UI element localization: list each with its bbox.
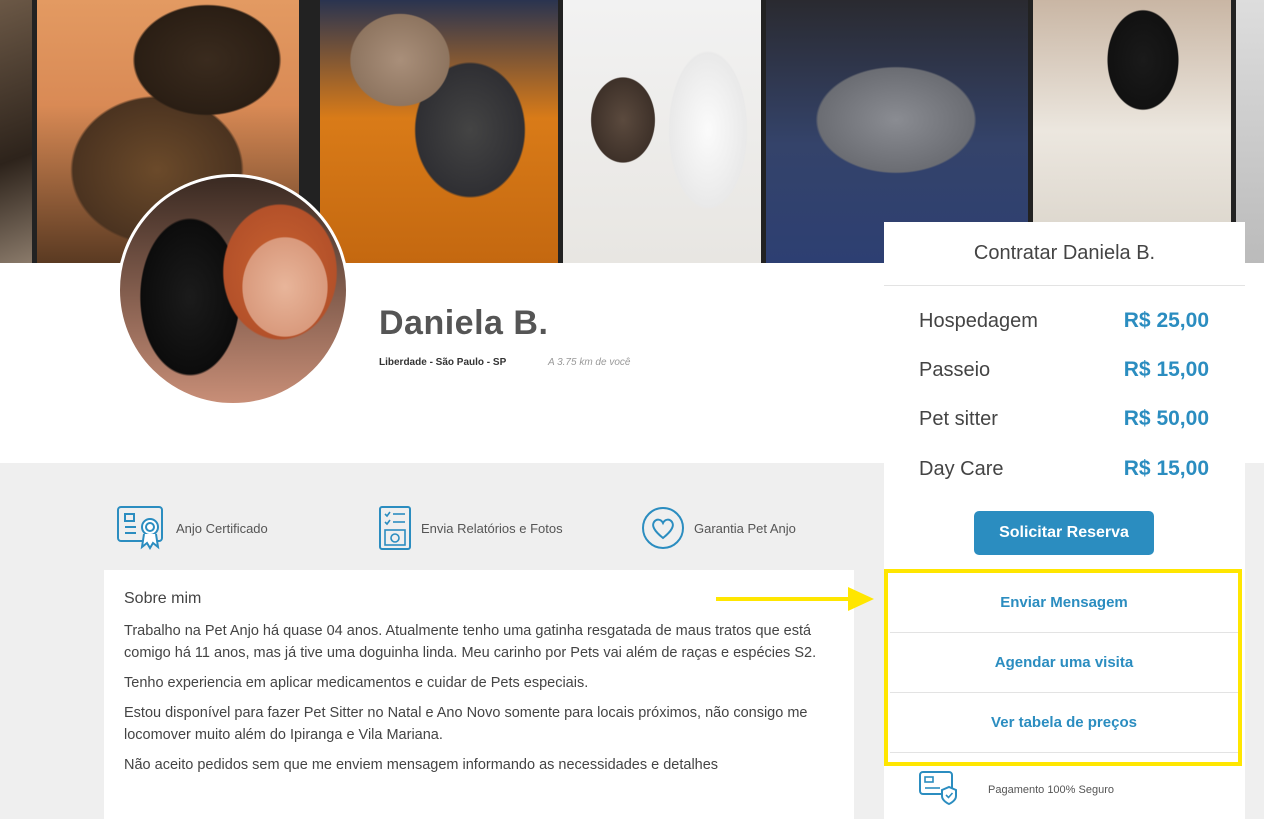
report-photo-icon [377,505,413,551]
price-value: R$ 15,00 [1123,457,1209,480]
price-row-passeio: Passeio R$ 15,00 [919,355,1209,385]
booking-title: Contratar Daniela B. [884,222,1245,286]
badge-label: Anjo Certificado [176,520,268,536]
badge-reports: Envia Relatórios e Fotos [377,505,563,551]
profile-distance: A 3.75 km de você [548,357,631,368]
price-value: R$ 15,00 [1123,358,1209,381]
price-table-link[interactable]: Ver tabela de preços [890,693,1238,753]
gallery-photo[interactable] [563,0,761,263]
badge-label: Garantia Pet Anjo [694,520,796,536]
secure-payment-notice: Pagamento 100% Seguro [918,768,1114,811]
price-label: Day Care [919,457,1004,480]
price-label: Pet sitter [919,407,998,430]
price-row-day-care: Day Care R$ 15,00 [919,454,1209,484]
about-paragraph: Trabalho na Pet Anjo há quase 04 anos. A… [124,623,817,661]
send-message-link[interactable]: Enviar Mensagem [890,573,1238,633]
gallery-photo[interactable] [320,0,558,263]
secure-payment-label: Pagamento 100% Seguro [988,783,1114,796]
arrow-right-icon [716,586,876,619]
schedule-visit-link[interactable]: Agendar uma visita [890,633,1238,693]
about-paragraph: Não aceito pedidos sem que me enviem men… [124,757,719,773]
price-value: R$ 50,00 [1123,407,1209,430]
secure-card-icon [918,768,962,811]
badge-label: Envia Relatórios e Fotos [421,520,563,536]
about-paragraph: Estou disponível para fazer Pet Sitter n… [124,705,808,743]
booking-card: Contratar Daniela B. Hospedagem R$ 25,00… [884,222,1245,819]
profile-location: Liberdade - São Paulo - SP [379,357,507,368]
avatar [117,174,349,406]
price-label: Hospedagem [919,309,1038,332]
badge-certified: Anjo Certificado [116,505,268,551]
certificate-icon [116,505,168,551]
request-reservation-button[interactable]: Solicitar Reserva [974,511,1154,555]
profile-name: Daniela B. [379,304,549,342]
price-label: Passeio [919,358,991,381]
price-row-pet-sitter: Pet sitter R$ 50,00 [919,404,1209,434]
about-paragraph: Tenho experiencia em aplicar medicamento… [124,675,589,691]
gallery-photo[interactable] [0,0,32,263]
price-row-hospedagem: Hospedagem R$ 25,00 [919,306,1209,336]
price-value: R$ 25,00 [1123,309,1209,332]
heart-icon [640,505,686,551]
badge-guarantee: Garantia Pet Anjo [640,505,796,551]
